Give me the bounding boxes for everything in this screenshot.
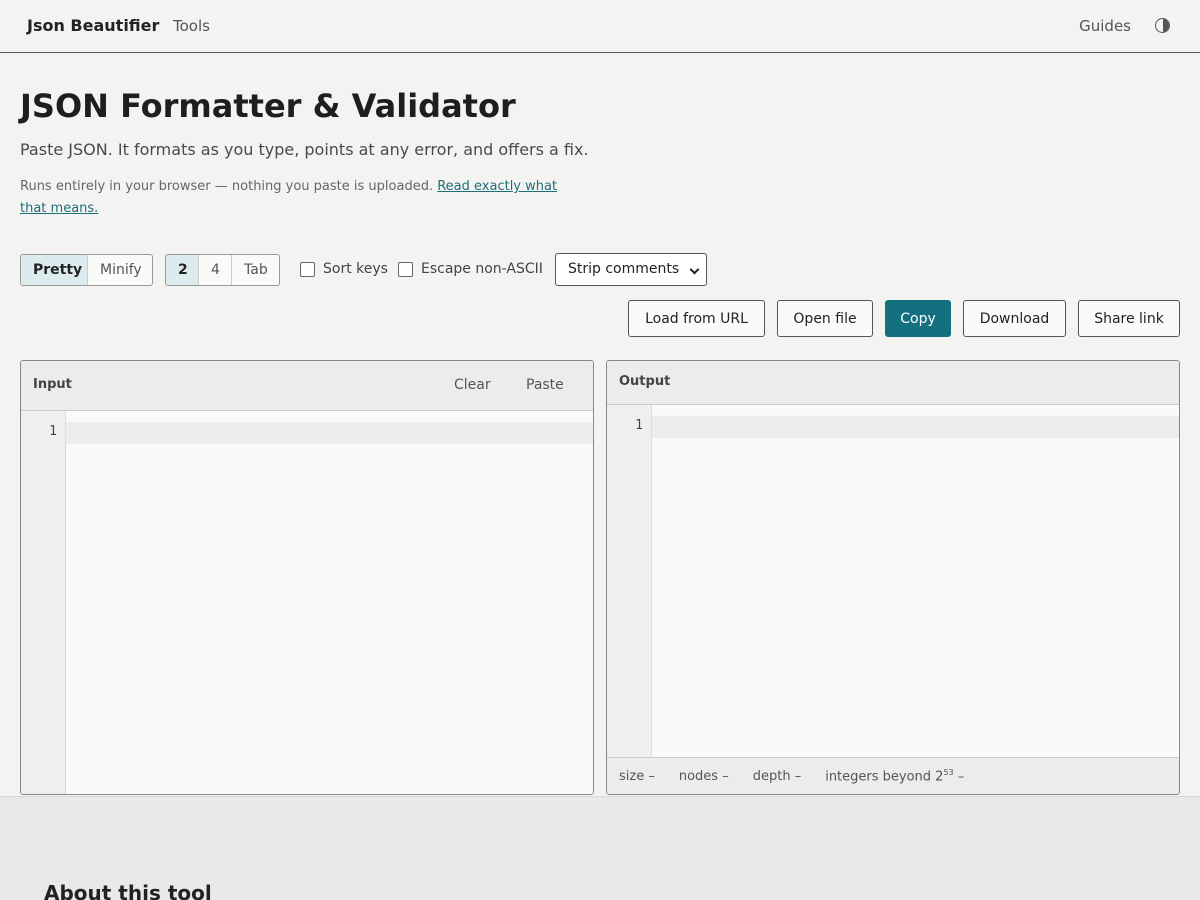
stat-integers: integers beyond 253 – (825, 768, 964, 784)
copy-button[interactable]: Copy (885, 300, 951, 337)
stat-depth-value: – (794, 768, 802, 784)
chevron-down-icon (689, 264, 700, 275)
stat-integers-exponent: 53 (943, 767, 954, 777)
output-line-number: 1 (635, 418, 643, 433)
about-title: About this tool (44, 881, 212, 900)
stat-integers-value: – (957, 769, 965, 785)
mode-pretty-button[interactable]: Pretty (21, 255, 88, 285)
input-panel-header: Input Clear Paste (21, 361, 593, 411)
stat-nodes: nodes – (679, 769, 729, 784)
indent-toggle: 2 4 Tab (165, 254, 280, 286)
stat-size: size – (619, 769, 655, 784)
download-button[interactable]: Download (963, 300, 1066, 337)
page-title: JSON Formatter & Validator (20, 87, 516, 125)
output-panel-header: Output (607, 361, 1179, 405)
input-panel: Input Clear Paste 1 (20, 360, 594, 795)
open-file-button[interactable]: Open file (777, 300, 873, 337)
stat-integers-label: integers beyond 2 (825, 769, 944, 785)
output-line-gutter: 1 (607, 405, 652, 757)
stat-nodes-label: nodes (678, 768, 719, 784)
top-navigation: Json Beautifier Tools Guides (0, 0, 1200, 53)
input-panel-title: Input (33, 377, 72, 392)
page-subtitle: Paste JSON. It formats as you type, poin… (20, 140, 589, 159)
privacy-text: Runs entirely in your browser — nothing … (20, 179, 434, 194)
indent-tab-button[interactable]: Tab (232, 255, 279, 285)
sort-keys-box[interactable] (300, 261, 315, 277)
sort-keys-checkbox[interactable]: Sort keys (300, 261, 388, 277)
comments-select-value: Strip comments (568, 261, 680, 277)
stat-size-value: – (648, 768, 655, 784)
nav-guides-link[interactable]: Guides (1079, 17, 1131, 35)
stat-depth-label: depth (752, 768, 791, 784)
brand-logo[interactable]: Json Beautifier (27, 16, 159, 35)
clear-button[interactable]: Clear (454, 377, 491, 393)
input-line-gutter: 1 (21, 411, 66, 794)
escape-non-ascii-checkbox[interactable]: Escape non-ASCII (398, 261, 543, 277)
indent-4-button[interactable]: 4 (199, 255, 232, 285)
output-panel-title: Output (619, 374, 671, 389)
sort-keys-label: Sort keys (323, 261, 388, 277)
input-editor[interactable] (66, 411, 593, 794)
privacy-note: Runs entirely in your browser — nothing … (20, 176, 580, 220)
mode-toggle: Pretty Minify (20, 254, 153, 286)
load-from-url-button[interactable]: Load from URL (628, 300, 765, 337)
paste-button[interactable]: Paste (526, 377, 564, 393)
stat-size-label: size (619, 768, 645, 784)
contrast-icon[interactable] (1155, 18, 1170, 33)
output-status-bar: size – nodes – depth – integers beyond 2… (607, 757, 1179, 794)
escape-non-ascii-label: Escape non-ASCII (421, 261, 543, 277)
nav-tools-link[interactable]: Tools (173, 17, 210, 35)
escape-non-ascii-box[interactable] (398, 261, 413, 277)
output-editor[interactable] (652, 405, 1179, 757)
about-section: About this tool (0, 796, 1200, 900)
stat-depth: depth – (753, 769, 801, 784)
input-line-number: 1 (49, 424, 57, 439)
indent-2-button[interactable]: 2 (166, 255, 199, 285)
stat-nodes-value: – (722, 768, 729, 784)
output-panel: Output 1 size – nodes – depth – integers… (606, 360, 1180, 795)
mode-minify-button[interactable]: Minify (88, 255, 152, 285)
share-link-button[interactable]: Share link (1078, 300, 1180, 337)
comments-select[interactable]: Strip comments (555, 253, 707, 286)
